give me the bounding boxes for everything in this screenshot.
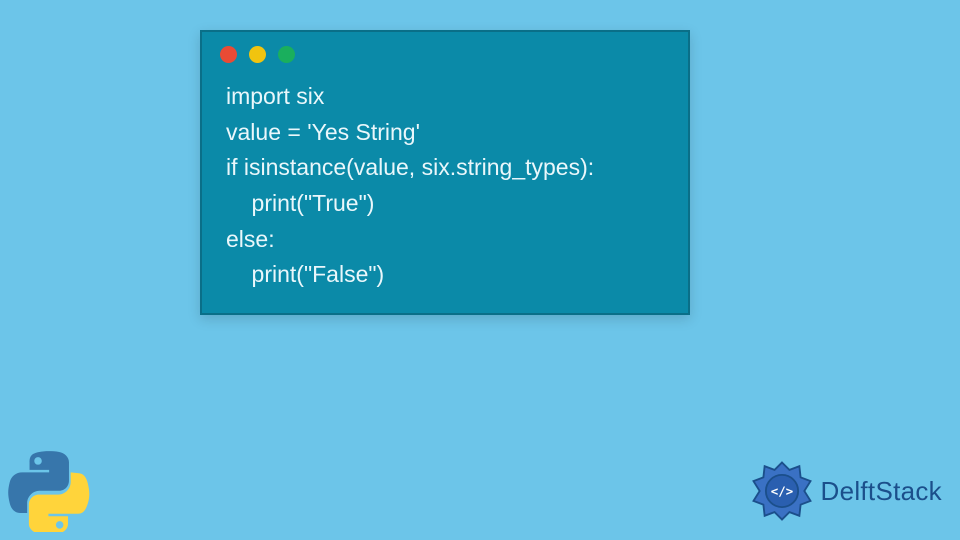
python-logo-icon — [8, 450, 90, 532]
brand: </> DelftStack — [751, 460, 943, 522]
code-line: print("False") — [226, 261, 384, 287]
code-body: import six value = 'Yes String' if isins… — [202, 71, 688, 313]
brand-badge-icon: </> — [751, 460, 813, 522]
code-line: if isinstance(value, six.string_types): — [226, 154, 594, 180]
code-line: print("True") — [226, 190, 374, 216]
brand-name: DelftStack — [821, 476, 943, 507]
window-maximize-dot — [278, 46, 295, 63]
code-line: value = 'Yes String' — [226, 119, 420, 145]
svg-text:</>: </> — [770, 483, 792, 498]
window-close-dot — [220, 46, 237, 63]
window-minimize-dot — [249, 46, 266, 63]
code-line: else: — [226, 226, 275, 252]
code-line: import six — [226, 83, 324, 109]
code-window: import six value = 'Yes String' if isins… — [200, 30, 690, 315]
window-titlebar — [202, 32, 688, 71]
